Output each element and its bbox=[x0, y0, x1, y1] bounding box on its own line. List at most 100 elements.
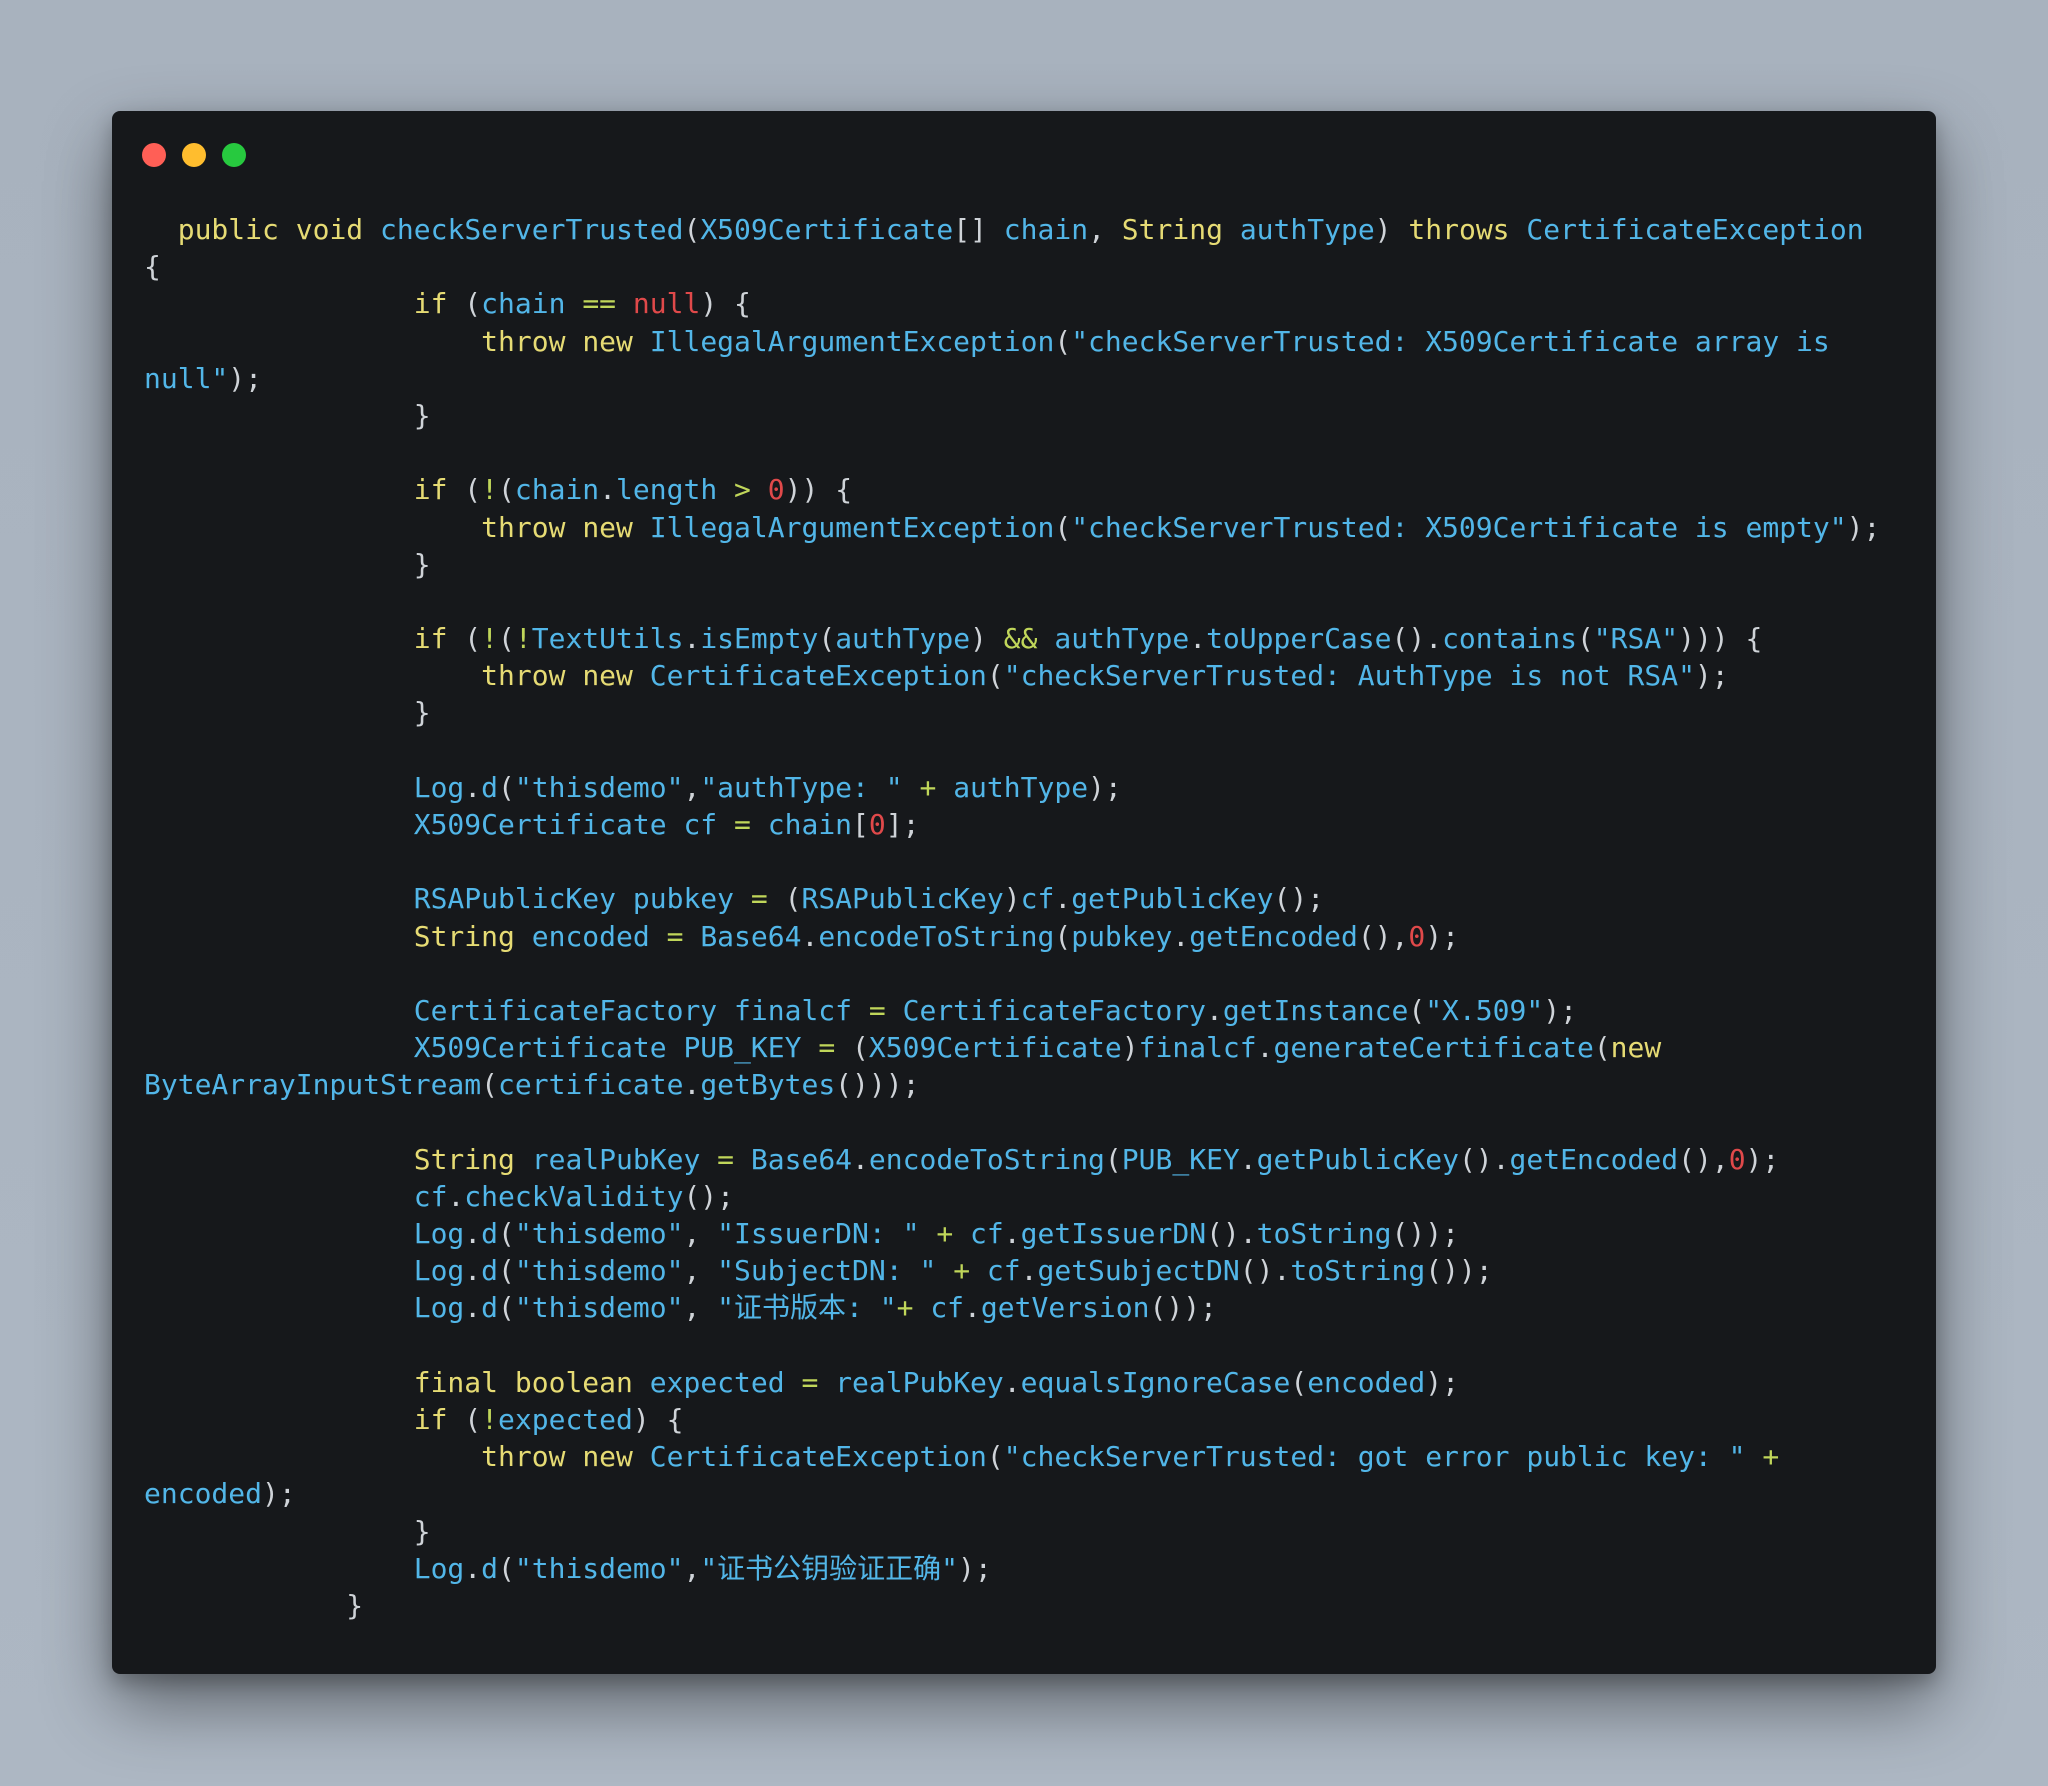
code-token: ( bbox=[986, 659, 1004, 693]
code-token: getVersion bbox=[980, 1291, 1150, 1325]
code-token: = bbox=[750, 882, 768, 916]
code-token: ); bbox=[1846, 510, 1881, 544]
code-token: . bbox=[1239, 1142, 1257, 1176]
code-token: String bbox=[1121, 213, 1223, 246]
code-line: if (!(chain.length > 0)) { bbox=[144, 471, 1880, 508]
code-token: chain bbox=[1003, 213, 1089, 246]
code-line: encoded); bbox=[144, 1475, 1880, 1512]
code-line: public void checkServerTrusted(X509Certi… bbox=[144, 211, 1880, 248]
code-token: void bbox=[295, 213, 364, 246]
code-token: RSAPublicKey bbox=[413, 882, 617, 916]
code-token: . bbox=[1206, 993, 1223, 1027]
code-token: ( bbox=[498, 1217, 515, 1251]
zoom-button[interactable] bbox=[222, 143, 246, 167]
code-token: pubkey bbox=[632, 882, 735, 916]
code-token: cf bbox=[986, 1254, 1021, 1288]
code-token: . bbox=[1054, 882, 1072, 916]
code-token: + bbox=[1762, 1440, 1780, 1474]
code-token: ) { bbox=[632, 1403, 684, 1436]
code-token: d bbox=[481, 770, 499, 804]
code-token: TextUtils bbox=[531, 622, 684, 656]
code-token: , bbox=[683, 1254, 718, 1288]
code-line: } bbox=[144, 1587, 1880, 1624]
code-token: ) bbox=[1003, 882, 1021, 916]
code-token: if bbox=[413, 622, 448, 656]
code-token: ); bbox=[228, 361, 263, 395]
code-token: getIssuerDN bbox=[1020, 1217, 1207, 1251]
code-line: String realPubKey = Base64.encodeToStrin… bbox=[144, 1141, 1880, 1178]
code-token: X509Certificate bbox=[700, 213, 954, 246]
code-token: . bbox=[464, 1551, 482, 1585]
code-token: = bbox=[801, 1365, 819, 1399]
code-token: String bbox=[413, 1142, 515, 1176]
code-token: PUB_KEY bbox=[1121, 1142, 1240, 1176]
code-token: PUB_KEY bbox=[683, 1031, 802, 1065]
code-token: ( bbox=[683, 213, 701, 246]
code-token: cf bbox=[683, 808, 718, 841]
code-token: null bbox=[632, 287, 701, 321]
code-token: ); bbox=[1425, 919, 1459, 953]
code-token: encodeToString bbox=[868, 1142, 1105, 1176]
code-token: ( bbox=[498, 1551, 515, 1585]
code-token: Log bbox=[413, 770, 465, 804]
code-token: ()); bbox=[1425, 1254, 1493, 1288]
code-token: 0 bbox=[767, 473, 785, 507]
code-token: . bbox=[464, 1217, 482, 1251]
code-token: throw bbox=[481, 1440, 566, 1474]
code-token: authType bbox=[835, 622, 971, 656]
code-token: . bbox=[683, 622, 701, 656]
code-token: > bbox=[734, 473, 751, 507]
code-token: chain bbox=[481, 287, 566, 321]
code-token: Log bbox=[413, 1217, 465, 1251]
close-button[interactable] bbox=[142, 143, 166, 167]
code-token: ( bbox=[1054, 324, 1072, 358]
code-token: d bbox=[481, 1551, 499, 1585]
code-token: , bbox=[683, 770, 701, 804]
code-token: ( bbox=[498, 1291, 515, 1325]
code-token: throws bbox=[1408, 213, 1510, 246]
code-token: ! bbox=[481, 622, 499, 656]
code-token: ]; bbox=[885, 808, 920, 841]
code-line: X509Certificate PUB_KEY = (X509Certifica… bbox=[144, 1029, 1880, 1066]
code-token: ( bbox=[1290, 1365, 1308, 1399]
code-token: generateCertificate bbox=[1273, 1031, 1594, 1065]
code-token: . bbox=[1020, 1254, 1038, 1288]
code-token: == bbox=[582, 287, 617, 321]
code-token: ); bbox=[1745, 1142, 1780, 1176]
code-token: RSAPublicKey bbox=[801, 882, 1004, 916]
minimize-button[interactable] bbox=[182, 143, 206, 167]
code-line: } bbox=[144, 546, 1880, 583]
code-line: Log.d("thisdemo", "证书版本: "+ cf.getVersio… bbox=[144, 1289, 1880, 1326]
code-token: "checkServerTrusted: X509Certificate arr… bbox=[1071, 324, 1830, 358]
code-token: && bbox=[1003, 622, 1038, 656]
code-token: "checkServerTrusted: got error public ke… bbox=[1003, 1440, 1746, 1474]
code-token: realPubKey bbox=[835, 1365, 1004, 1399]
code-token: , bbox=[683, 1217, 718, 1251]
code-token: } bbox=[144, 1588, 364, 1622]
code-token: (). bbox=[1206, 1217, 1257, 1251]
code-line: ByteArrayInputStream(certificate.getByte… bbox=[144, 1066, 1880, 1103]
